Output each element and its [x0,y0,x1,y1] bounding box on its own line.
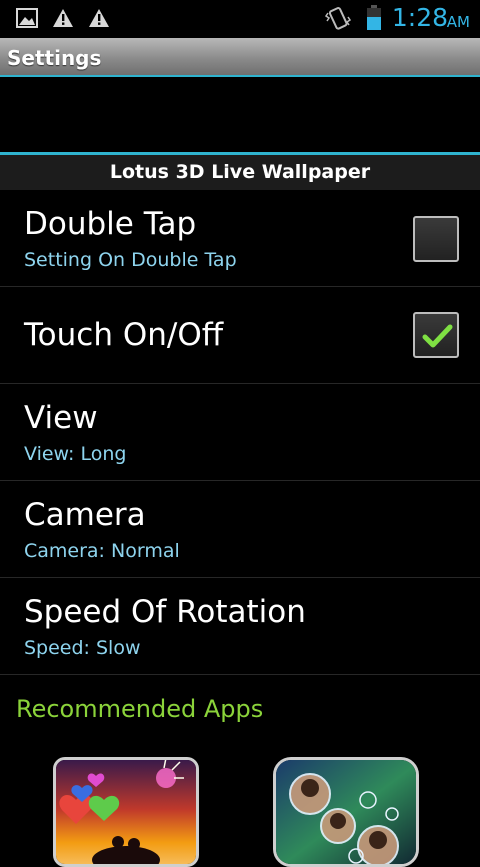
double-tap-checkbox[interactable] [413,216,459,262]
pref-summary: Camera: Normal [24,540,180,562]
pref-title: Double Tap [24,206,197,242]
checkmark-icon [422,324,453,348]
pref-touch-on-off[interactable]: Touch On/Off [0,287,480,383]
pref-camera[interactable]: Camera Camera: Normal [0,481,480,577]
title-bar: Settings [0,38,480,76]
warning-icon [88,8,110,32]
category-header: Lotus 3D Live Wallpaper [0,155,480,190]
battery-icon [366,5,382,35]
pref-title: Touch On/Off [24,317,224,353]
pref-speed-of-rotation[interactable]: Speed Of Rotation Speed: Slow [0,578,480,674]
title-divider [0,75,480,77]
warning-icon [52,8,74,32]
page-title: Settings [7,46,102,70]
pref-view[interactable]: View View: Long [0,384,480,480]
clock-ampm: AM [446,13,470,31]
status-bar: 1:28 AM [0,0,480,38]
recommended-apps-heading: Recommended Apps [16,695,264,723]
pref-summary: Speed: Slow [24,637,141,659]
divider [0,674,480,675]
hearts-sunset-app-icon[interactable] [53,757,199,867]
category-label: Lotus 3D Live Wallpaper [109,161,371,183]
pref-summary: View: Long [24,443,127,465]
pref-title: Camera [24,497,146,533]
bubbles-portrait-app-icon[interactable] [273,757,419,867]
touch-on-off-checkbox[interactable] [413,312,459,358]
image-icon [16,8,38,32]
clock-time: 1:28 [391,3,448,32]
pref-summary: Setting On Double Tap [24,249,237,271]
pref-title: View [24,400,98,436]
pref-double-tap[interactable]: Double Tap Setting On Double Tap [0,190,480,286]
pref-title: Speed Of Rotation [24,594,306,630]
vibrate-icon [324,5,352,37]
